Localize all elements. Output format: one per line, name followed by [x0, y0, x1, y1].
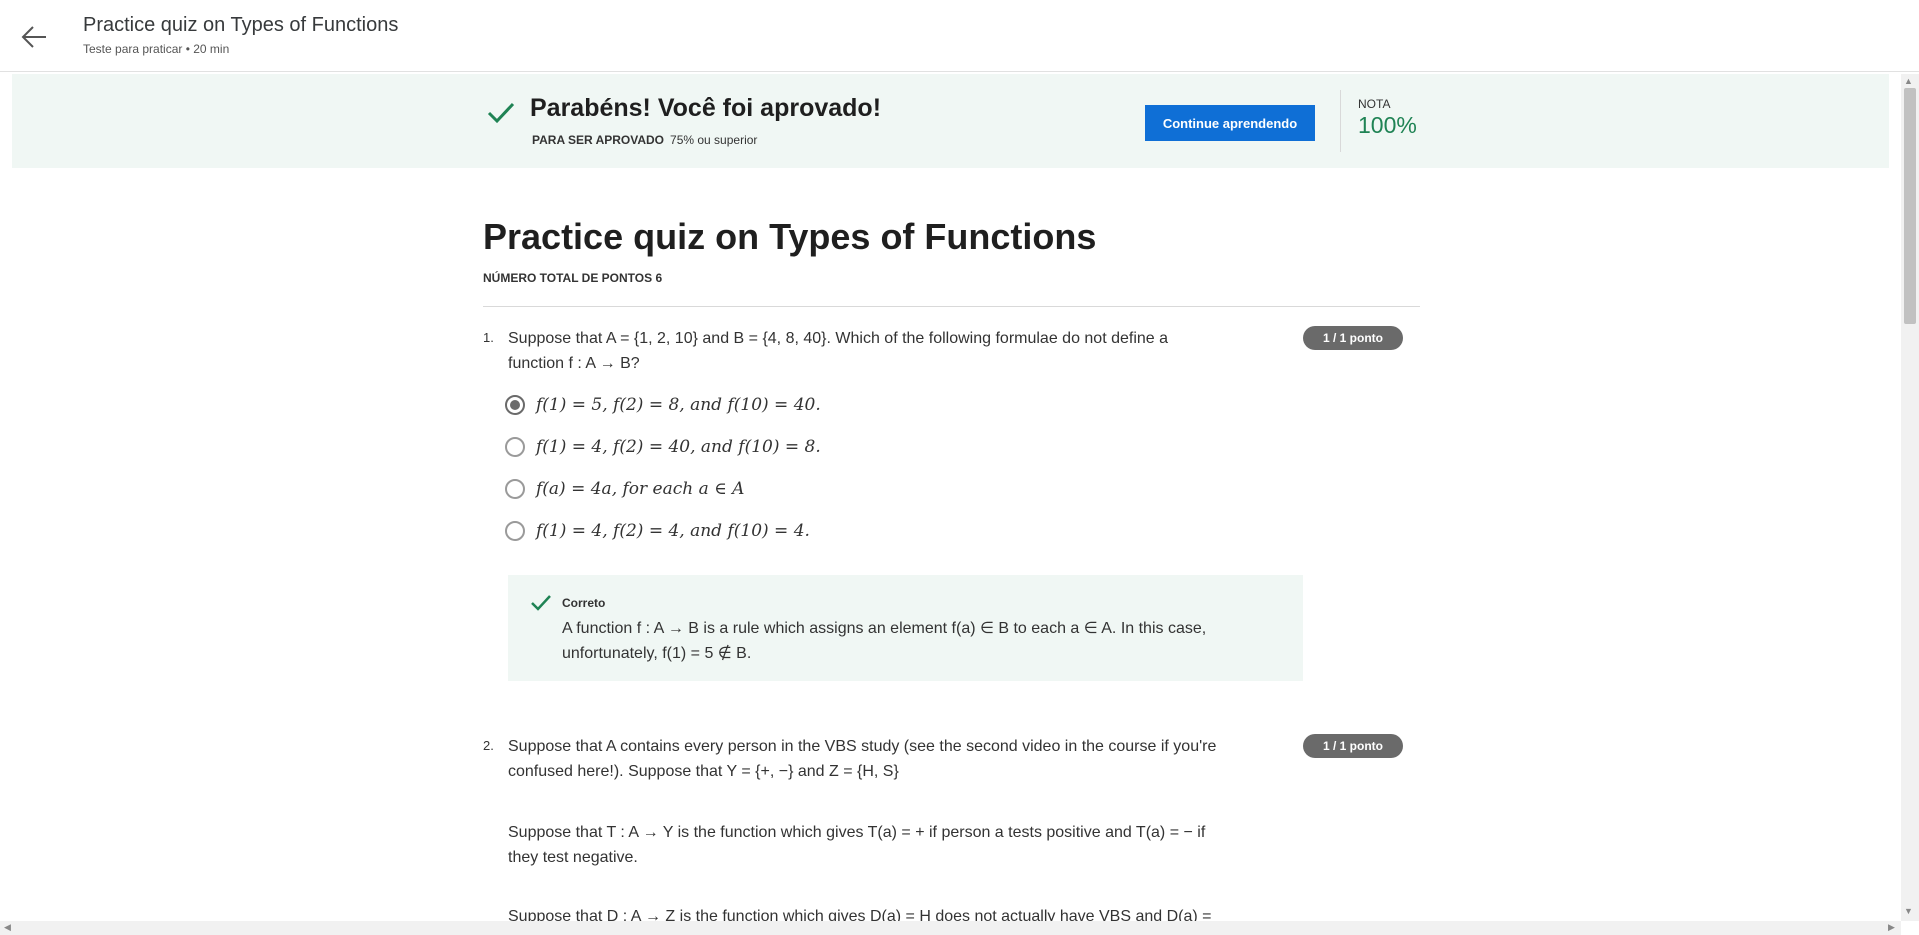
answer-option[interactable]: f(1) = 4, f(2) = 40, and f(10) = 8. — [505, 434, 821, 460]
check-icon — [486, 100, 516, 126]
question-text: Suppose that A = {1, 2, 10} and B = {4, … — [508, 326, 1268, 376]
divider — [483, 306, 1420, 307]
scroll-left-icon[interactable]: ◀ — [4, 922, 11, 933]
header-title: Practice quiz on Types of Functions — [83, 14, 399, 36]
option-label: f(1) = 4, f(2) = 4, and f(10) = 4. — [536, 521, 810, 541]
option-label: f(1) = 5, f(2) = 8, and f(10) = 40. — [536, 395, 821, 415]
requirement-label: PARA SER APROVADO — [532, 133, 665, 147]
back-arrow-icon[interactable] — [20, 22, 50, 52]
header-subtitle: Teste para praticar • 20 min — [83, 42, 230, 56]
answer-option[interactable]: f(1) = 4, f(2) = 4, and f(10) = 4. — [505, 518, 810, 544]
grade-label: NOTA — [1358, 97, 1391, 111]
question-text-line: Suppose that D : A → Z is the function w… — [508, 908, 1212, 921]
feedback-line: unfortunately, f(1) = 5 ∉ B. — [562, 645, 752, 662]
question-number: 2. — [483, 738, 494, 753]
option-label: f(1) = 4, f(2) = 40, and f(10) = 8. — [536, 437, 821, 457]
scrollbar-thumb[interactable] — [1904, 88, 1916, 324]
question-paragraph: Suppose that D : A → Z is the function w… — [508, 904, 1308, 921]
answer-option[interactable]: f(1) = 5, f(2) = 8, and f(10) = 40. — [505, 392, 821, 418]
question-text-line: they test negative. — [508, 849, 638, 866]
quiz-title: Practice quiz on Types of Functions — [483, 216, 1097, 257]
question-text-line: Suppose that A contains every person in … — [508, 738, 1217, 755]
grade-value: 100% — [1358, 112, 1417, 138]
question-paragraph: Suppose that T : A → Y is the function w… — [508, 820, 1308, 870]
question-text-line: Suppose that T : A → Y is the function w… — [508, 824, 1206, 841]
points-badge: 1 / 1 ponto — [1303, 734, 1403, 758]
feedback-title: Correto — [562, 596, 606, 610]
option-label: f(a) = 4a, for each a ∈ A — [536, 479, 745, 499]
points-badge: 1 / 1 ponto — [1303, 326, 1403, 350]
question-text-line: function f : A → B? — [508, 355, 640, 372]
radio-icon[interactable] — [505, 479, 525, 499]
radio-selected-icon[interactable] — [505, 395, 525, 415]
total-points: NÚMERO TOTAL DE PONTOS 6 — [483, 271, 663, 285]
question-text: Suppose that A contains every person in … — [508, 734, 1268, 784]
pass-message: Parabéns! Você foi aprovado! — [530, 94, 882, 122]
continue-learning-button[interactable]: Continue aprendendo — [1145, 105, 1315, 141]
feedback-line: A function f : A → B is a rule which ass… — [562, 620, 1207, 637]
feedback-text: A function f : A → B is a rule which ass… — [562, 616, 1292, 666]
check-icon — [530, 594, 552, 612]
horizontal-scrollbar[interactable] — [0, 921, 1901, 935]
top-header: Practice quiz on Types of Functions Test… — [0, 0, 1919, 72]
question-text-line: confused here!). Suppose that Y = {+, −}… — [508, 763, 899, 780]
pass-requirement: PARA SER APROVADO 75% ou superior — [532, 133, 757, 147]
scroll-up-icon[interactable]: ▲ — [1904, 76, 1913, 86]
radio-icon[interactable] — [505, 437, 525, 457]
question-number: 1. — [483, 330, 494, 345]
question-text-line: Suppose that A = {1, 2, 10} and B = {4, … — [508, 330, 1169, 347]
banner-divider — [1340, 90, 1341, 152]
answer-option[interactable]: f(a) = 4a, for each a ∈ A — [505, 476, 744, 502]
radio-icon[interactable] — [505, 521, 525, 541]
requirement-value: 75% ou superior — [670, 133, 758, 147]
scroll-right-icon[interactable]: ▶ — [1888, 922, 1895, 933]
scroll-down-icon[interactable]: ▼ — [1904, 906, 1913, 916]
pass-banner — [12, 74, 1889, 168]
